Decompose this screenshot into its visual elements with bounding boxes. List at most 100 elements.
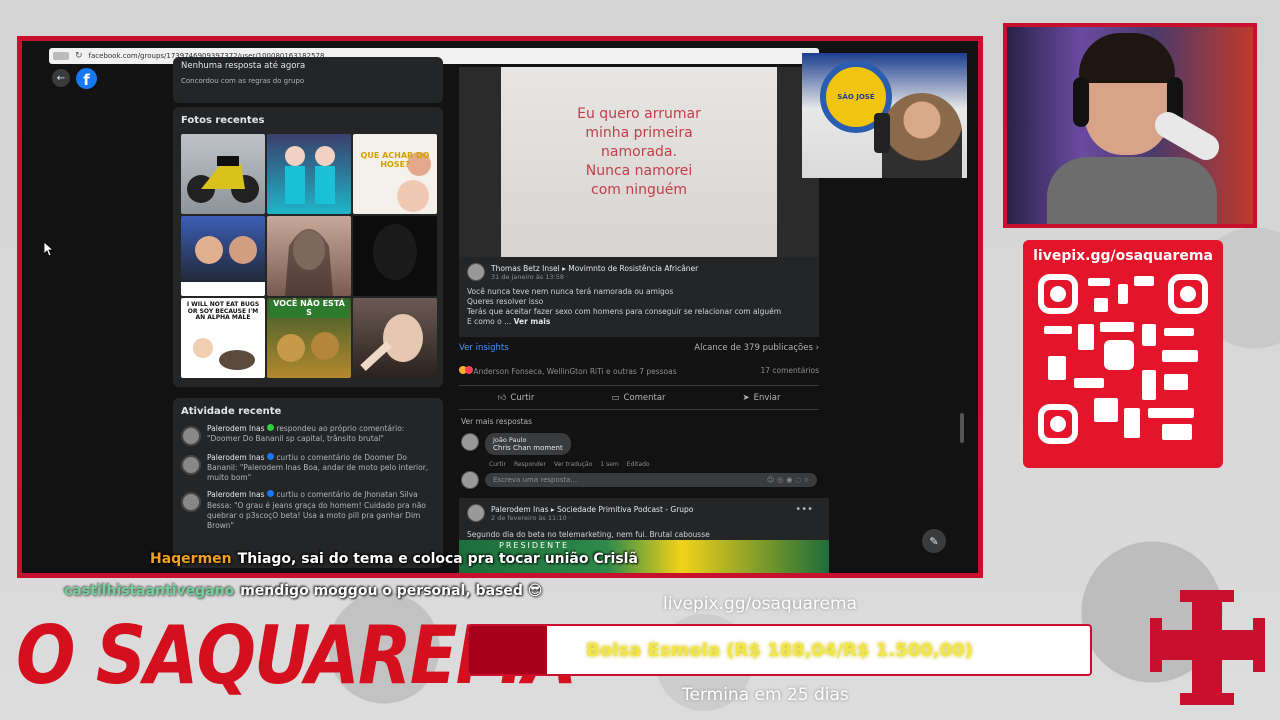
back-arrow-icon[interactable]: ← bbox=[52, 69, 70, 87]
facebook-logo[interactable]: f bbox=[76, 68, 97, 89]
reload-icon[interactable]: ↻ bbox=[75, 51, 83, 61]
recent-activity-title: Atividade recente bbox=[181, 406, 282, 417]
cross-tip bbox=[1180, 590, 1234, 602]
qr-module bbox=[1148, 408, 1194, 418]
shirt-text: Eu quero arrumar minha primeira namorada… bbox=[577, 106, 701, 198]
comment-translate-link[interactable]: Ver tradução bbox=[554, 461, 592, 468]
activity-text: Palerodem Inas respondeu ao próprio come… bbox=[207, 424, 435, 446]
group-rules-card: Nenhuma resposta até agora Concordou com… bbox=[173, 57, 443, 103]
activity-text: Palerodem Inas curtiu o comentário de Do… bbox=[207, 453, 435, 483]
photo-thumb[interactable] bbox=[353, 298, 437, 378]
microphone-icon bbox=[874, 113, 890, 153]
avatar bbox=[181, 455, 201, 475]
shirt-photo: Eu quero arrumar minha primeira namorada… bbox=[501, 67, 777, 257]
photo-thumb[interactable] bbox=[181, 134, 265, 214]
like-button[interactable]: 👍︎ Curtir bbox=[498, 389, 535, 407]
post-author[interactable]: Palerodem Inas ▸ Sociedade Primitiva Pod… bbox=[491, 505, 693, 514]
avatar[interactable] bbox=[467, 263, 485, 281]
qr-module bbox=[1162, 424, 1192, 440]
guest-person bbox=[882, 93, 962, 178]
qr-module bbox=[1088, 278, 1110, 286]
activity-name: Palerodem Inas bbox=[207, 453, 265, 462]
qr-module bbox=[1164, 374, 1188, 390]
insights-link[interactable]: Ver insights bbox=[459, 343, 509, 359]
qr-module bbox=[1044, 326, 1072, 334]
comment-reply-link[interactable]: Responder bbox=[514, 461, 546, 468]
comment-button[interactable]: ▭ Comentar bbox=[611, 389, 665, 407]
qr-module bbox=[1142, 324, 1156, 346]
activity-item[interactable]: Palerodem Inas curtiu o comentário de Do… bbox=[181, 453, 435, 483]
badge-icon bbox=[266, 453, 274, 460]
thumbs-up-icon: 👍︎ bbox=[497, 393, 507, 403]
post-header: Thomas Betz Insel ▸ Movimnto de Rosistên… bbox=[467, 263, 811, 281]
reach-link[interactable]: Alcance de 379 publicações › bbox=[694, 343, 819, 359]
qr-finder bbox=[1038, 404, 1078, 444]
badge-icon bbox=[266, 424, 274, 431]
like-label: Curtir bbox=[510, 393, 535, 403]
divider bbox=[459, 409, 819, 410]
avatar[interactable] bbox=[467, 504, 485, 522]
post-date[interactable]: 31 de janeiro às 13:58 · bbox=[491, 273, 698, 281]
post-author[interactable]: Thomas Betz Insel ▸ Movimnto de Rosistên… bbox=[491, 264, 698, 273]
photo-thumb[interactable] bbox=[267, 216, 351, 296]
cross-emblem-icon bbox=[1150, 590, 1265, 705]
photo-thumb[interactable] bbox=[181, 216, 265, 296]
reach-text: Alcance de 379 publicações bbox=[694, 343, 813, 353]
club-logo-text: SÃO JOSÉ bbox=[837, 93, 875, 101]
post-body: Você nunca teve nem nunca terá namorada … bbox=[467, 287, 811, 328]
avatar[interactable] bbox=[461, 433, 479, 451]
post-date[interactable]: 2 de fevereiro às 11:10 · bbox=[491, 514, 693, 522]
scrollbar[interactable] bbox=[960, 413, 964, 443]
activity-item[interactable]: Palerodem Inas respondeu ao próprio come… bbox=[181, 424, 435, 446]
reactions-summary[interactable]: Anderson Fonseca, WellinGton RiTi e outr… bbox=[459, 366, 677, 380]
streamer-webcam-frame bbox=[1003, 23, 1257, 228]
photo-thumb[interactable]: QUE ACHAR DO HOSE? bbox=[353, 134, 437, 214]
cross-tip bbox=[1253, 618, 1265, 672]
more-replies-link[interactable]: Ver mais respostas bbox=[461, 417, 532, 426]
more-options-icon[interactable]: ••• bbox=[795, 504, 813, 515]
screen-share-frame: ↻ facebook.com/groups/1739746909397372/u… bbox=[17, 36, 983, 578]
tab-indicator bbox=[53, 52, 69, 60]
photo-thumb[interactable]: I WILL NOT EAT BUGS OR SOY BECAUSE I'M A… bbox=[181, 298, 265, 378]
post-image[interactable]: Eu quero arrumar minha primeira namorada… bbox=[459, 67, 819, 257]
rules-line-2: Concordou com as regras do grupo bbox=[181, 77, 305, 85]
see-more-link[interactable]: Ver mais bbox=[514, 317, 551, 326]
compose-icon[interactable]: ✎ bbox=[922, 529, 946, 553]
qr-module bbox=[1074, 378, 1104, 388]
recent-activity-card: Atividade recente Palerodem Inas respond… bbox=[173, 398, 443, 568]
comment-author[interactable]: João Paulo bbox=[493, 436, 563, 444]
qr-finder bbox=[1038, 274, 1078, 314]
activity-item[interactable]: Palerodem Inas curtiu o comentário de Jh… bbox=[181, 490, 435, 531]
activity-text: Palerodem Inas curtiu o comentário de Jh… bbox=[207, 490, 435, 531]
headphone-icon bbox=[1073, 77, 1089, 127]
activity-name: Palerodem Inas bbox=[207, 490, 265, 500]
reply-input[interactable]: Escreva uma resposta... ☺◎◉◌▿ bbox=[485, 473, 817, 487]
qr-module bbox=[1118, 284, 1128, 304]
send-button[interactable]: ➤ Enviar bbox=[743, 389, 781, 407]
chat-message: castilhistaantivegano mendigo moggou o pe… bbox=[64, 583, 542, 599]
photo-thumb[interactable] bbox=[353, 216, 437, 296]
avatar bbox=[181, 426, 201, 446]
mouse-cursor-icon bbox=[44, 242, 54, 256]
guest-camera: SÃO JOSÉ bbox=[802, 53, 967, 178]
cross-bar bbox=[1150, 630, 1265, 660]
qr-module bbox=[1134, 276, 1154, 286]
badge-icon bbox=[266, 490, 274, 498]
photo-thumb[interactable] bbox=[267, 134, 351, 214]
post-line: Terás que aceitar fazer sexo com homens … bbox=[467, 307, 782, 317]
comment-icon: ▭ bbox=[611, 393, 620, 403]
comment-item: João Paulo Chris Chan moment bbox=[461, 433, 571, 455]
reactions-text: Anderson Fonseca, WellinGton RiTi e outr… bbox=[473, 367, 677, 376]
qr-module bbox=[1048, 356, 1066, 380]
donation-goal-label: Bolsa Esmola (R$ 188,04/R$ 1.500,00) bbox=[586, 640, 973, 661]
photo-thumb[interactable]: VOCÊ NÃO ESTÁ S bbox=[267, 298, 351, 378]
divider bbox=[459, 385, 819, 386]
streamer-webcam bbox=[1007, 27, 1253, 224]
comment-edited: Editado bbox=[626, 461, 650, 468]
comment-like-link[interactable]: Curtir bbox=[489, 461, 506, 468]
chat-user: castilhistaantivegano bbox=[64, 583, 235, 599]
emoji-icons[interactable]: ☺◎◉◌▿ bbox=[767, 476, 811, 484]
avatar bbox=[181, 492, 201, 513]
comments-count[interactable]: 17 comentários bbox=[760, 366, 819, 380]
qr-module bbox=[1094, 398, 1118, 422]
